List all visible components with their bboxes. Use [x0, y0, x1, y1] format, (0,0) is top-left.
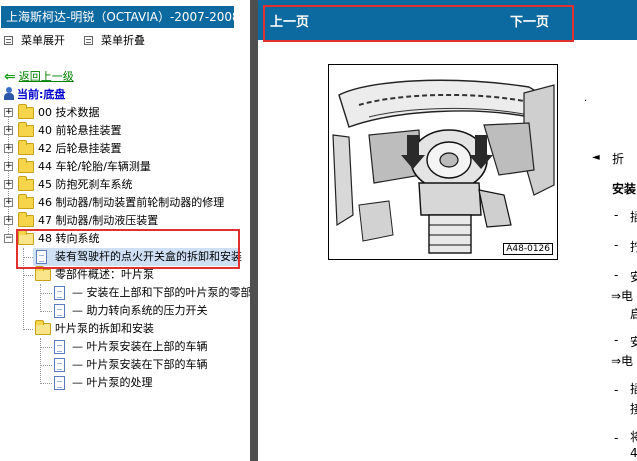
highlight-box — [16, 229, 240, 269]
folder-icon — [18, 158, 34, 173]
expand-icon[interactable]: + — [4, 108, 13, 117]
bullet-dash: - — [614, 238, 619, 252]
menu-list-icon — [4, 36, 13, 45]
instruction-text: 48 — [630, 446, 637, 460]
folder-icon — [18, 212, 34, 227]
user-icon — [4, 87, 14, 100]
tree-item[interactable]: — 安装在上部和下部的叶片泵的零部件 — [52, 284, 250, 302]
folder-icon — [18, 104, 34, 119]
expand-icon[interactable]: + — [4, 162, 13, 171]
tree-folder[interactable]: + 46 制动器/制动装置前轮制动器的修理 — [0, 194, 250, 212]
instruction-text: 接 — [630, 402, 637, 416]
tree-folder[interactable]: + 40 前轮悬挂装置 — [0, 122, 250, 140]
expand-icon[interactable]: + — [4, 198, 13, 207]
document-icon — [54, 304, 65, 318]
instruction-text: 安 — [630, 335, 637, 349]
tree-pane-title: 上海斯柯达-明锐（OCTAVIA）-2007-2008 — [1, 6, 234, 28]
open-folder-icon — [35, 266, 51, 281]
tree-item[interactable]: — 助力转向系统的压力开关 — [52, 302, 250, 320]
highlight-box — [263, 5, 574, 42]
menu-list-icon — [84, 36, 93, 45]
tree-item[interactable]: — 叶片泵安装在上部的车辆 — [52, 338, 250, 356]
tree-folder[interactable]: + 42 后轮悬挂装置 — [0, 140, 250, 158]
current-location: 当前:底盘 — [4, 86, 65, 102]
section-heading: 安装 — [612, 182, 637, 196]
navigation-tree-pane: 上海斯柯达-明锐（OCTAVIA）-2007-2008 菜单展开 菜单折叠 ⇐ 返… — [0, 0, 250, 461]
content-pane: 上一页 下一页 A48-0126 · ◄ 折 安装 - 插 - 拧 - 安 ⇒电… — [258, 0, 637, 461]
reference-text: ⇒电 — [611, 354, 634, 368]
tree-guide-line — [40, 365, 52, 366]
tree-guide-line — [40, 347, 52, 348]
collapse-icon[interactable]: − — [4, 234, 13, 243]
back-arrow-icon: ⇐ — [4, 69, 16, 85]
tree-guide-line — [40, 311, 52, 312]
tree-guide-line — [40, 338, 41, 382]
tree-guide-line — [23, 275, 33, 276]
expand-menu-button[interactable]: 菜单展开 — [4, 33, 65, 49]
expand-icon[interactable]: + — [4, 144, 13, 153]
document-icon — [54, 340, 65, 354]
tree-item[interactable]: — 叶片泵的处理 — [52, 374, 250, 392]
instruction-text: 插 — [630, 382, 637, 396]
document-icon — [54, 358, 65, 372]
folder-icon — [18, 140, 34, 155]
open-folder-icon — [35, 320, 51, 335]
figure-code-label: A48-0126 — [503, 243, 553, 255]
stray-mark: · — [584, 96, 588, 107]
bullet-dash: - — [614, 333, 619, 347]
collapse-menu-button[interactable]: 菜单折叠 — [84, 33, 145, 49]
back-link[interactable]: ⇐ 返回上一级 — [4, 68, 74, 84]
instruction-text: 安 — [630, 270, 637, 284]
bullet-dash: - — [614, 208, 619, 222]
tree-guide-line — [23, 329, 33, 330]
expand-icon[interactable]: + — [4, 216, 13, 225]
folder-icon — [18, 194, 34, 209]
tree-guide-line — [40, 284, 41, 312]
tree-folder[interactable]: + 44 车轮/轮胎/车辆测量 — [0, 158, 250, 176]
tree-folder[interactable]: 叶片泵的拆卸和安装 — [33, 320, 250, 338]
bullet-dash: - — [614, 383, 619, 397]
folder-icon — [18, 176, 34, 191]
tree-item[interactable]: — 叶片泵安装在下部的车辆 — [52, 356, 250, 374]
reference-text: ⇒电 — [611, 289, 634, 303]
tree-folder[interactable]: + 45 防抱死刹车系统 — [0, 176, 250, 194]
expand-icon[interactable]: + — [4, 180, 13, 189]
tree-folder[interactable]: + 00 技术数据 — [0, 104, 250, 122]
folder-icon — [18, 122, 34, 137]
instruction-text: 拧 — [630, 240, 637, 254]
bullet-dash: - — [614, 268, 619, 282]
expand-icon[interactable]: + — [4, 126, 13, 135]
document-icon — [54, 376, 65, 390]
instruction-text: 插 — [630, 210, 637, 224]
instruction-text: 启 — [630, 307, 637, 321]
steering-column-diagram — [329, 65, 557, 259]
tree-guide-line — [40, 383, 52, 384]
bullet-dash: - — [614, 431, 619, 445]
tree-guide-line — [40, 293, 52, 294]
instruction-text: 折 — [612, 152, 625, 166]
pane-splitter[interactable] — [250, 0, 258, 461]
tree-folder[interactable]: + 47 制动器/制动液压装置 — [0, 212, 250, 230]
diagram-figure: A48-0126 — [328, 64, 558, 260]
instruction-text: 将 — [630, 430, 637, 444]
pointer-icon: ◄ — [592, 152, 600, 163]
document-icon — [54, 286, 65, 300]
